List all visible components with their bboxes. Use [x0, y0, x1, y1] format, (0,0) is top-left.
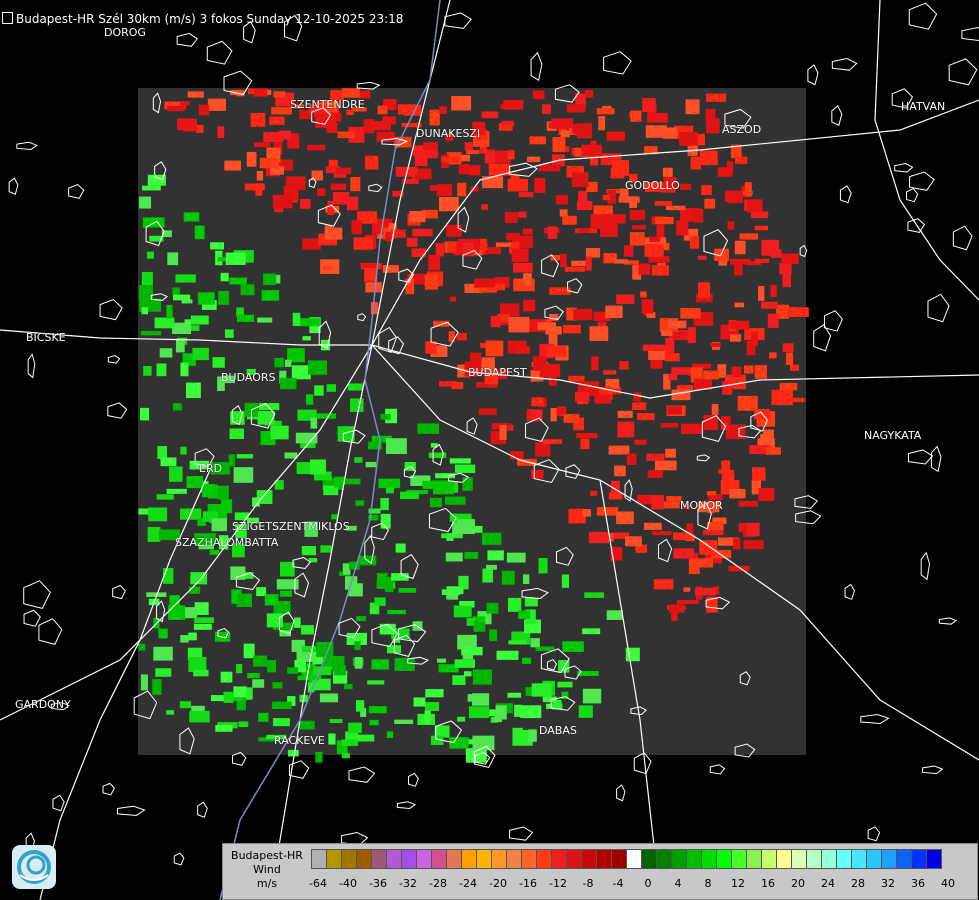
legend-tick: -4 [612, 877, 624, 890]
legend-swatch [866, 849, 882, 869]
legend-swatch [731, 849, 747, 869]
legend-swatch [506, 849, 522, 869]
legend-swatch [701, 849, 717, 869]
city-label-szentendre: SZENTENDRE [290, 98, 365, 111]
legend-swatch [581, 849, 597, 869]
legend-tick: 12 [731, 877, 745, 890]
legend-swatch [356, 849, 372, 869]
city-label-dunakeszi: DUNAKESZI [416, 127, 481, 140]
city-label-budaors: BUDAORS [221, 371, 276, 384]
legend-tick: 40 [941, 877, 955, 890]
legend-swatch [311, 849, 327, 869]
legend-swatch [821, 849, 837, 869]
legend-tick: -16 [519, 877, 537, 890]
city-label-aszod: ASZOD [722, 123, 762, 136]
city-label-dabas: DABAS [539, 724, 577, 737]
legend-swatch [326, 849, 342, 869]
legend-tick: 16 [761, 877, 775, 890]
legend-swatch [401, 849, 417, 869]
legend-swatch [851, 849, 867, 869]
legend-swatch [671, 849, 687, 869]
legend-swatch [521, 849, 537, 869]
legend-swatch [596, 849, 612, 869]
city-label-godollo: GODOLLO [625, 179, 680, 192]
legend-swatch [386, 849, 402, 869]
legend-swatch [626, 849, 642, 869]
legend-label: Budapest-HR Wind m/s [231, 849, 303, 890]
city-label-rackeve: RACKEVE [274, 734, 325, 747]
legend-tick: -8 [582, 877, 594, 890]
legend-tick: 4 [674, 877, 682, 890]
legend-swatch [341, 849, 357, 869]
legend-swatch [431, 849, 447, 869]
legend-swatch [926, 849, 942, 869]
image-icon [2, 12, 13, 24]
legend-tick: -20 [489, 877, 507, 890]
legend-tick: -40 [339, 877, 357, 890]
city-label-monor: MONOR [680, 499, 723, 512]
legend-tick: 24 [821, 877, 835, 890]
legend-tick: -28 [429, 877, 447, 890]
service-logo [12, 845, 56, 889]
legend-swatch [746, 849, 762, 869]
legend-tick: -12 [549, 877, 567, 890]
city-label-gardony: GARDONY [15, 698, 71, 711]
legend-swatch [836, 849, 852, 869]
legend-swatch [566, 849, 582, 869]
legend-swatch [641, 849, 657, 869]
legend-swatch [536, 849, 552, 869]
legend-tick: 8 [704, 877, 712, 890]
city-label-budapest: BUDAPEST [468, 366, 527, 379]
legend-swatch [551, 849, 567, 869]
legend-swatch [791, 849, 807, 869]
legend-swatch [686, 849, 702, 869]
wind-speed-legend: Budapest-HR Wind m/s -64 -40 -36 -32 -28 -24-… [222, 843, 978, 900]
legend-swatch [371, 849, 387, 869]
legend-swatch [656, 849, 672, 869]
city-label-erd: ERD [199, 462, 223, 475]
legend-tick: 28 [851, 877, 865, 890]
legend-swatch [896, 849, 912, 869]
legend-swatch [611, 849, 627, 869]
map-title: Budapest-HR Szél 30km (m/s) 3 fokos Sund… [2, 12, 403, 26]
city-label-nagykata: NAGYKATA [864, 429, 922, 442]
legend-tick: -32 [399, 877, 417, 890]
legend-tick: 0 [644, 877, 652, 890]
city-label-szigetszentmiklos: SZIGETSZENTMIKLOS [232, 520, 350, 533]
legend-tick: -64 [309, 877, 327, 890]
legend-swatch [416, 849, 432, 869]
legend-swatch [761, 849, 777, 869]
city-label-dorog: DOROG [104, 26, 146, 39]
legend-swatch [806, 849, 822, 869]
legend-swatch [446, 849, 462, 869]
legend-tick: -24 [459, 877, 477, 890]
legend-tick: -36 [369, 877, 387, 890]
legend-swatch [911, 849, 927, 869]
legend-swatch [881, 849, 897, 869]
city-label-szazhalombatta: SZAZHALOMBATTA [175, 536, 279, 549]
city-label-hatvan: HATVAN [901, 100, 946, 113]
legend-swatch [476, 849, 492, 869]
legend-tick: 32 [881, 877, 895, 890]
city-label-bicske: BICSKE [26, 331, 66, 344]
legend-swatch [461, 849, 477, 869]
legend-swatch [776, 849, 792, 869]
legend-tick: 20 [791, 877, 805, 890]
legend-swatch [716, 849, 732, 869]
legend-tick: 36 [911, 877, 925, 890]
legend-swatch [491, 849, 507, 869]
radar-map [0, 0, 979, 900]
